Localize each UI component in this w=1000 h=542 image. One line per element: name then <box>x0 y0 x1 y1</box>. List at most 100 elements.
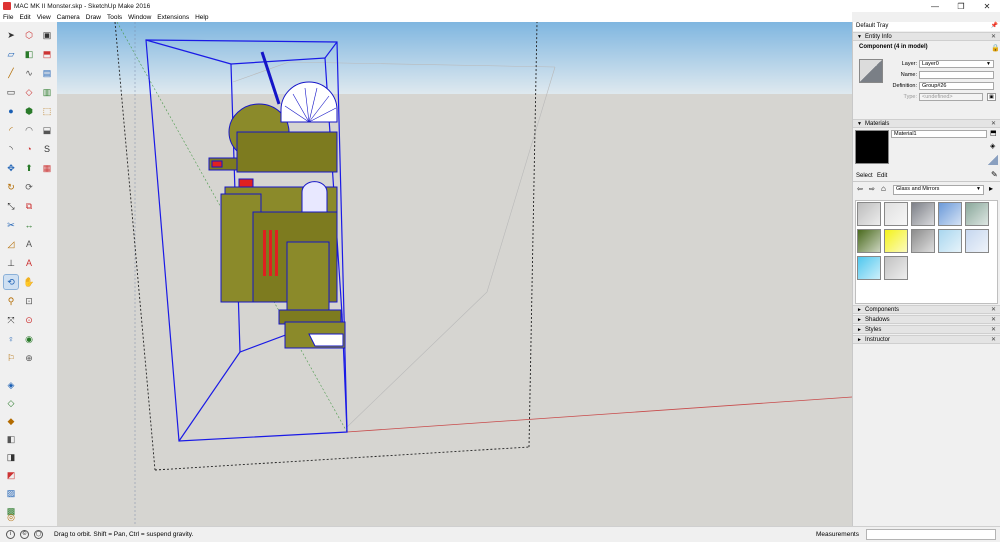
back-view-icon[interactable]: ◨ <box>4 450 18 464</box>
material-swatch[interactable] <box>911 202 935 226</box>
back-arrow-icon[interactable]: ⇦ <box>857 185 863 193</box>
measurements-input[interactable] <box>866 529 996 540</box>
shadows-header[interactable]: ► Shadows ✕ <box>853 315 1000 324</box>
3d-text-icon[interactable]: A <box>22 256 36 270</box>
materials-header[interactable]: ▼ Materials ✕ <box>853 119 1000 128</box>
pin-icon[interactable]: 📌 <box>991 22 998 31</box>
entity-info-header[interactable]: ▼ Entity Info ✕ <box>853 32 1000 41</box>
menu-window[interactable]: Window <box>128 14 151 21</box>
material-swatch[interactable] <box>884 256 908 280</box>
style-builder-icon[interactable]: ⬓ <box>40 123 54 137</box>
three-point-arc-icon[interactable]: ◝ <box>4 142 18 156</box>
tab-select[interactable]: Select <box>856 173 873 179</box>
xray-icon[interactable]: ▨ <box>4 486 18 500</box>
offset-icon[interactable]: ⧉ <box>22 199 36 213</box>
material-swatch[interactable] <box>857 256 881 280</box>
orbit-icon[interactable]: ⟲ <box>3 274 19 290</box>
calculator-icon[interactable]: ▦ <box>40 161 54 175</box>
warehouse-icon[interactable]: ▣ <box>40 28 54 42</box>
stl-icon[interactable]: S <box>40 142 54 156</box>
two-point-arc-icon[interactable]: ◠ <box>22 123 36 137</box>
menu-tools[interactable]: Tools <box>107 14 122 21</box>
move-icon[interactable]: ✥ <box>4 161 18 175</box>
eyedropper-icon[interactable]: ✎ <box>991 170 998 179</box>
scale-icon[interactable]: ⤡ <box>4 199 18 213</box>
forward-arrow-icon[interactable]: ⇨ <box>869 185 875 193</box>
freehand-icon[interactable]: ∿ <box>22 66 36 80</box>
front-view-icon[interactable]: ◆ <box>4 414 18 428</box>
maximize-button[interactable]: ❐ <box>948 0 974 12</box>
styles-header[interactable]: ► Styles ✕ <box>853 325 1000 334</box>
panel-close-icon[interactable]: ✕ <box>991 33 996 41</box>
ruby-console-icon[interactable]: ◎ <box>4 510 18 524</box>
rotate-icon[interactable]: ↻ <box>4 180 18 194</box>
zoom-icon[interactable]: ⚲ <box>4 294 18 308</box>
menu-edit[interactable]: Edit <box>19 14 30 21</box>
circle-icon[interactable]: ● <box>4 104 18 118</box>
follow-me-icon[interactable]: ⟳ <box>22 180 36 194</box>
extension-warehouse-icon[interactable]: ▥ <box>40 85 54 99</box>
section-plane-icon[interactable]: ⊕ <box>22 351 36 365</box>
material-name-input[interactable]: Material1 <box>891 130 987 138</box>
menu-camera[interactable]: Camera <box>57 14 80 21</box>
iso-view-icon[interactable]: ◈ <box>4 378 18 392</box>
rotated-rectangle-icon[interactable]: ◇ <box>22 85 36 99</box>
material-swatch[interactable] <box>857 202 881 226</box>
minimize-button[interactable]: — <box>922 0 948 12</box>
definition-input[interactable]: Group#26 <box>919 82 994 90</box>
create-material-icon[interactable]: ⬒ <box>990 129 997 137</box>
material-swatch[interactable] <box>884 229 908 253</box>
panel-close-icon[interactable]: ✕ <box>991 336 996 344</box>
material-swatch[interactable] <box>938 202 962 226</box>
top-view-icon[interactable]: ◇ <box>4 396 18 410</box>
menu-view[interactable]: View <box>37 14 51 21</box>
left-view-icon[interactable]: ◩ <box>4 468 18 482</box>
type-settings-icon[interactable]: ▣ <box>987 93 996 101</box>
dimension-icon[interactable]: ↔ <box>22 218 36 232</box>
collection-select[interactable]: Glass and Mirrors ▼ <box>893 185 984 195</box>
name-input[interactable] <box>919 71 994 79</box>
close-button[interactable]: ✕ <box>974 0 1000 12</box>
material-swatch[interactable] <box>938 229 962 253</box>
share-model-icon[interactable]: ⬒ <box>40 47 54 61</box>
arc-icon[interactable]: ◜ <box>4 123 18 137</box>
protractor-icon[interactable]: ◿ <box>4 237 18 251</box>
sample-paint-icon[interactable]: ◈ <box>990 142 995 150</box>
material-swatch[interactable] <box>857 229 881 253</box>
axes-icon[interactable]: ⊥ <box>4 256 18 270</box>
components-warehouse-icon[interactable]: ▤ <box>40 66 54 80</box>
layout-icon[interactable]: ⬚ <box>40 104 54 118</box>
menu-help[interactable]: Help <box>195 14 208 21</box>
pan-icon[interactable]: ✋ <box>22 275 36 289</box>
panel-close-icon[interactable]: ✕ <box>991 306 996 314</box>
previous-view-icon[interactable]: ⊙ <box>22 313 36 327</box>
zoom-window-icon[interactable]: ⊡ <box>22 294 36 308</box>
paint-bucket-icon[interactable]: ◧ <box>22 47 36 61</box>
eraser-icon[interactable]: ▱ <box>4 47 18 61</box>
menu-draw[interactable]: Draw <box>86 14 101 21</box>
layer-select[interactable]: Layer0 ▼ <box>919 60 994 68</box>
material-swatch[interactable] <box>965 202 989 226</box>
material-swatch[interactable] <box>911 229 935 253</box>
line-icon[interactable]: ╱ <box>4 66 18 80</box>
material-preview-swatch[interactable] <box>859 59 883 83</box>
tape-measure-icon[interactable]: ✂ <box>4 218 18 232</box>
polygon-icon[interactable]: ⬢ <box>22 104 36 118</box>
modeling-viewport[interactable] <box>57 22 852 526</box>
position-camera-icon[interactable]: ♀ <box>4 332 18 346</box>
material-swatch[interactable] <box>965 229 989 253</box>
push-pull-icon[interactable]: ⬆ <box>22 161 36 175</box>
rectangle-icon[interactable]: ▭ <box>4 85 18 99</box>
text-icon[interactable]: A <box>22 237 36 251</box>
zoom-extents-icon[interactable]: ⤧ <box>4 313 18 327</box>
home-icon[interactable]: ⌂ <box>881 184 886 193</box>
geo-location-icon[interactable]: i <box>6 530 15 539</box>
component-icon[interactable]: ⬡ <box>22 28 36 42</box>
instructor-header[interactable]: ► Instructor ✕ <box>853 335 1000 344</box>
look-around-icon[interactable]: ◉ <box>22 332 36 346</box>
default-material-icon[interactable] <box>988 155 998 165</box>
pie-icon[interactable]: ◔ <box>22 142 36 156</box>
user-icon[interactable]: ◯ <box>34 530 43 539</box>
panel-close-icon[interactable]: ✕ <box>991 120 996 128</box>
right-view-icon[interactable]: ◧ <box>4 432 18 446</box>
